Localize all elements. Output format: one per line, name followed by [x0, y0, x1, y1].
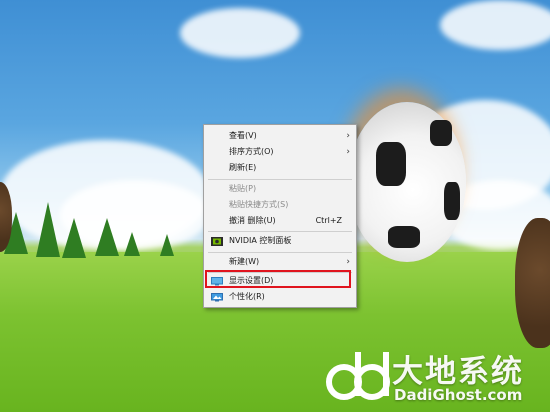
highlight-box-display-settings	[205, 270, 351, 288]
chevron-right-icon: ›	[346, 131, 350, 141]
tree	[160, 234, 174, 256]
tree	[95, 218, 119, 256]
watermark-url: DadiGhost.com	[394, 386, 523, 404]
menu-item-shortcut: Ctrl+Z	[315, 216, 342, 225]
tree	[124, 232, 140, 256]
menu-item-label: 新建(W)	[229, 257, 260, 266]
chevron-right-icon: ›	[346, 147, 350, 157]
soccer-ball	[348, 102, 466, 262]
cloud	[440, 0, 550, 50]
menu-item-label: 刷新(E)	[229, 163, 257, 172]
menu-item-nvidia-control-panel[interactable]: NVIDIA 控制面板	[204, 233, 356, 249]
menu-separator	[208, 179, 352, 180]
menu-item-label: 排序方式(O)	[229, 147, 274, 156]
dadighost-logo-icon	[326, 352, 390, 400]
menu-item-paste-shortcut[interactable]: 粘贴快捷方式(S)	[204, 197, 356, 213]
bear-right	[515, 218, 550, 348]
menu-item-personalize[interactable]: 个性化(R)	[204, 289, 356, 305]
watermark-title: 大地系统	[392, 354, 524, 390]
menu-item-label: 查看(V)	[229, 131, 257, 140]
menu-item-label: 撤消 删除(U)	[229, 216, 276, 225]
ball-patch	[376, 142, 406, 186]
menu-item-new[interactable]: 新建(W) ›	[204, 254, 356, 270]
ball-patch	[388, 226, 420, 248]
menu-item-label: NVIDIA 控制面板	[229, 236, 292, 245]
watermark: 大地系统 DadiGhost.com	[322, 346, 542, 406]
menu-item-undo-delete[interactable]: 撤消 删除(U) Ctrl+Z	[204, 213, 356, 229]
menu-separator	[208, 231, 352, 232]
nvidia-icon	[211, 237, 223, 246]
personalize-icon	[211, 293, 223, 302]
menu-item-label: 粘贴快捷方式(S)	[229, 200, 289, 209]
tree	[62, 218, 86, 258]
menu-item-view[interactable]: 查看(V) ›	[204, 128, 356, 144]
menu-item-label: 粘贴(P)	[229, 184, 257, 193]
tree	[36, 202, 60, 257]
menu-item-label: 个性化(R)	[229, 292, 265, 301]
chevron-right-icon: ›	[346, 257, 350, 267]
ball-patch	[430, 120, 452, 146]
menu-separator	[208, 252, 352, 253]
menu-item-paste[interactable]: 粘贴(P)	[204, 181, 356, 197]
ball-patch	[444, 182, 460, 220]
menu-item-refresh[interactable]: 刷新(E)	[204, 160, 356, 176]
menu-item-sort-by[interactable]: 排序方式(O) ›	[204, 144, 356, 160]
cloud	[180, 8, 300, 58]
